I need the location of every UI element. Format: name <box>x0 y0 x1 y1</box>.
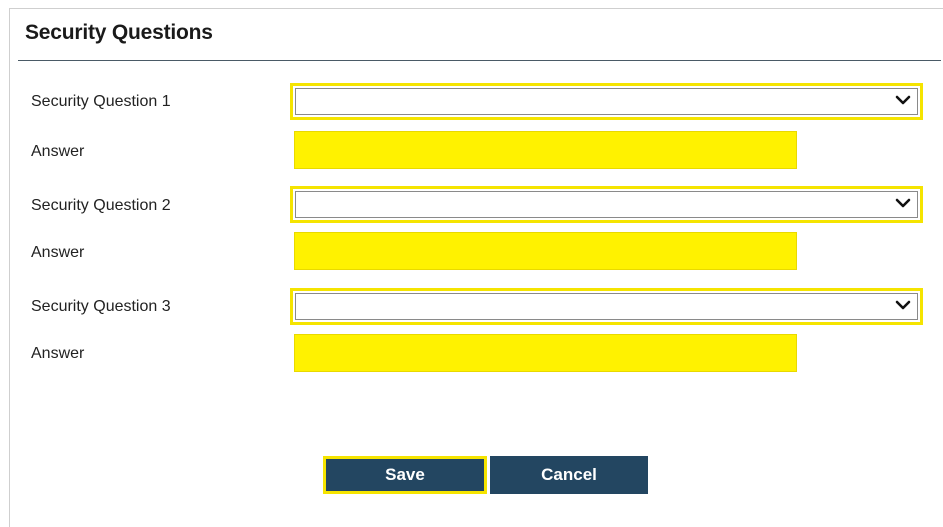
security-question-3-value <box>295 293 918 320</box>
security-question-2-select[interactable] <box>290 186 923 223</box>
answer-3-label: Answer <box>31 345 85 362</box>
answer-2-input[interactable] <box>294 232 797 270</box>
security-question-3-select[interactable] <box>290 288 923 325</box>
save-button[interactable]: Save <box>323 456 487 494</box>
security-question-1-value <box>295 88 918 115</box>
title-divider <box>18 60 941 61</box>
cancel-button[interactable]: Cancel <box>490 456 648 494</box>
security-question-2-label: Security Question 2 <box>31 197 171 214</box>
answer-2-label: Answer <box>31 244 85 261</box>
answer-3-input[interactable] <box>294 334 797 372</box>
security-question-1-select[interactable] <box>290 83 923 120</box>
page-title: Security Questions <box>25 21 213 44</box>
security-question-3-label: Security Question 3 <box>31 298 171 315</box>
answer-1-input[interactable] <box>294 131 797 169</box>
answer-1-label: Answer <box>31 143 85 160</box>
security-question-1-label: Security Question 1 <box>31 93 171 110</box>
security-question-2-value <box>295 191 918 218</box>
chevron-down-icon <box>895 300 911 310</box>
chevron-down-icon <box>895 198 911 208</box>
chevron-down-icon <box>895 95 911 105</box>
